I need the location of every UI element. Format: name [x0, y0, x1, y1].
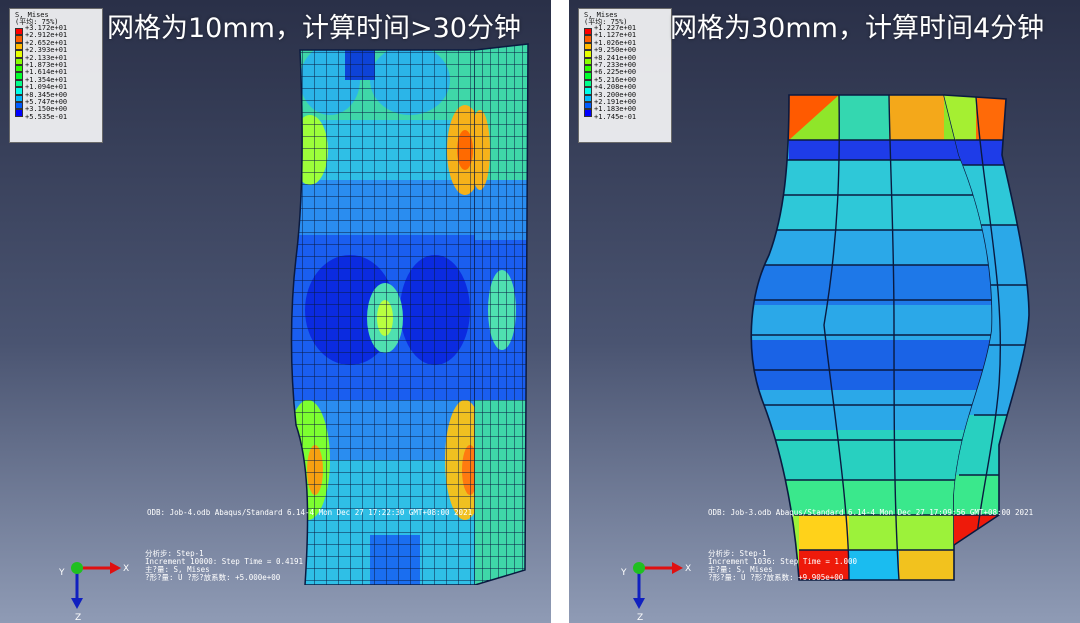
legend-swatch: [584, 35, 592, 43]
panel-divider: [551, 0, 569, 623]
viewport-right[interactable]: S, Mises (平均: 75%) +1.227e+01 +1.127e+01…: [569, 0, 1080, 623]
legend-swatch: [15, 64, 23, 73]
axis-label-z: Z: [75, 613, 81, 623]
legend-swatch: [15, 35, 23, 43]
legend-swatch: [584, 109, 592, 117]
caption-right: 网格为30mm，计算时间4分钟: [670, 13, 1045, 44]
legend-swatch: [15, 94, 23, 102]
step-info-left: 分析步: Step-1 Increment 10000: Step Time =…: [145, 550, 303, 582]
legend-values: +1.227e+01 +1.127e+01 +1.026e+01 +9.250e…: [594, 24, 637, 121]
step-line: ?形?量: U ?形?放系数: +9.905e+00: [708, 573, 844, 582]
legend-value: +5.535e-01: [25, 112, 68, 121]
legend-swatch: [15, 72, 23, 80]
legend-swatch: [15, 79, 23, 88]
legend-value: +1.745e-01: [594, 112, 637, 121]
viewport-left[interactable]: S, Mises (平均: 75%) +3.172e+01 +2.912e+01…: [0, 0, 551, 623]
legend-right: S, Mises (平均: 75%) +1.227e+01 +1.127e+01…: [578, 8, 672, 143]
legend-swatch: [584, 28, 592, 36]
legend-swatch: [584, 64, 592, 73]
legend-swatch: [15, 57, 23, 65]
legend-color-bar: [584, 28, 592, 117]
legend-swatch: [15, 28, 23, 36]
legend-swatch: [584, 57, 592, 65]
legend-swatch: [584, 87, 592, 95]
step-line: ?形?量: U ?形?放系数: +5.000e+00: [145, 573, 281, 582]
legend-swatch: [15, 101, 23, 110]
odb-info-left: ODB: Job-4.odb Abaqus/Standard 6.14-4 Mo…: [147, 508, 473, 517]
axis-label-x: X: [685, 564, 691, 574]
legend-swatch: [15, 42, 23, 51]
axis-triad-icon: X Y Z: [58, 562, 129, 623]
legend-swatch: [15, 87, 23, 95]
legend-swatch: [15, 50, 23, 58]
axis-label-x: X: [123, 564, 129, 574]
axis-triad-icon: X Y Z: [620, 562, 691, 623]
legend-values: +3.172e+01 +2.912e+01 +2.652e+01 +2.393e…: [25, 24, 68, 121]
legend-swatch: [15, 109, 23, 117]
legend-color-bar: [15, 28, 23, 117]
legend-left: S, Mises (平均: 75%) +3.172e+01 +2.912e+01…: [9, 8, 103, 143]
legend-swatch: [584, 94, 592, 102]
legend-swatch: [584, 72, 592, 80]
axis-label-z: Z: [637, 613, 643, 623]
legend-swatch: [584, 50, 592, 58]
step-info-right: 分析步: Step-1 Increment 1036: Step Time = …: [708, 550, 857, 582]
odb-info-right: ODB: Job-3.odb Abaqus/Standard 6.14-4 Mo…: [708, 508, 1034, 517]
legend-swatch: [584, 42, 592, 51]
legend-swatch: [584, 79, 592, 88]
legend-swatch: [584, 101, 592, 110]
axis-label-y: Y: [620, 568, 627, 578]
axis-label-y: Y: [58, 568, 65, 578]
mesh-model-left: [290, 43, 529, 585]
